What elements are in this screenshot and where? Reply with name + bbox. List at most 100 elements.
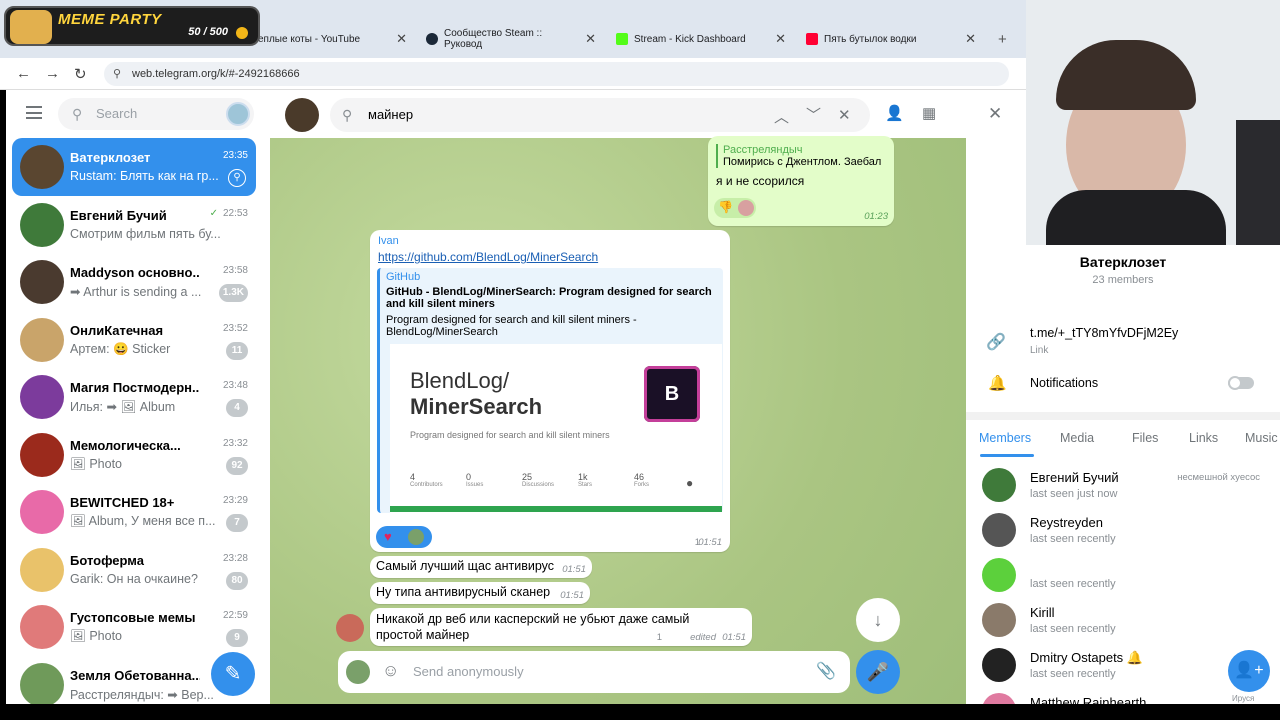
tab-youtube-video[interactable]: Пять бутылок водки ✕ (798, 24, 984, 54)
avatar[interactable] (226, 102, 250, 126)
close-icon[interactable]: ✕ (988, 104, 1002, 124)
search-placeholder: Search (96, 106, 138, 121)
reply-count[interactable]: 1 (657, 632, 662, 643)
tab-youtube[interactable]: еплые коты - YouTube ✕ (250, 24, 415, 54)
tab-steam[interactable]: Сообщество Steam :: Руковод ✕ (418, 24, 604, 54)
reaction[interactable]: ♥ (376, 526, 432, 548)
notifications-toggle[interactable] (1228, 376, 1254, 390)
message-link[interactable]: https://github.com/BlendLog/MinerSearch (378, 250, 722, 264)
stat-value: 1k (578, 472, 588, 482)
user-icon[interactable]: 👤 (885, 104, 904, 122)
pencil-icon: ✎ (224, 663, 242, 685)
message-bubble[interactable]: Ну типа антивирусный сканер 01:51 (370, 582, 590, 604)
chat-header: ⚲ майнер ︿ ﹀ ✕ 👤 ▦ (270, 90, 966, 138)
search-input[interactable]: ⚲ Search (58, 98, 254, 130)
menu-icon[interactable] (26, 106, 42, 119)
close-icon[interactable]: ✕ (838, 106, 851, 124)
address-bar: ← → ↻ ⚲ web.telegram.org/k/#-2492168666 (0, 58, 1026, 90)
avatar[interactable] (336, 614, 364, 642)
new-tab-button[interactable]: + (990, 24, 1014, 54)
add-user-icon: 👤+ (1234, 662, 1264, 679)
compose-button[interactable]: ✎ (211, 652, 255, 696)
chat-item[interactable]: Евгений Бучий 22:53 Смотрим фильм пять бу.… (12, 196, 256, 254)
message-text: Ну типа антивирусный сканер (376, 585, 551, 599)
member-name: Dmitry Ostapets 🔔 (1030, 650, 1143, 665)
webcam-feed (1026, 0, 1280, 245)
chat-avatar[interactable] (285, 98, 319, 132)
chevron-down-icon[interactable]: ﹀ (806, 104, 821, 125)
chat-preview: Garik: Он на очкаине? (70, 571, 198, 586)
message-text: я и не ссорился (716, 174, 805, 188)
chat-item[interactable]: Maddyson основно... 23:58 ➡ Arthur is send… (12, 253, 256, 311)
stat-label: Forks (634, 482, 649, 488)
calendar-icon[interactable]: ▦ (922, 104, 936, 122)
tab-title: Stream - Kick Dashboard (634, 33, 746, 45)
reply-quote[interactable]: Расстреляндыч Помирись с Джентлом. Заеба… (716, 144, 886, 168)
chat-preview: 🖼 Photo (70, 456, 123, 471)
reload-icon[interactable]: ↻ (74, 65, 87, 83)
chat-name: Мемологическа... (70, 437, 181, 453)
pin-icon: ⚲ (228, 169, 246, 187)
url-field[interactable]: ⚲ web.telegram.org/k/#-2492168666 (104, 62, 1009, 86)
message-time: 01:51 (722, 632, 746, 643)
close-icon[interactable]: ✕ (396, 31, 407, 47)
message-bubble[interactable]: Самый лучший щас антивирус 01:51 (370, 556, 592, 578)
close-icon[interactable]: ✕ (775, 31, 786, 47)
site-info-icon[interactable]: ⚲ (113, 62, 121, 86)
tab-members[interactable]: Members (979, 431, 1031, 445)
chat-item[interactable]: Ватерклозет 23:35 Rustam: Блять как на гр.… (12, 138, 256, 196)
overlay-title: MEME PARTY (58, 11, 162, 28)
invite-link[interactable]: t.me/+_tTY8mYfvDFjM2Ey (1030, 326, 1178, 340)
paperclip-icon[interactable]: 📎 (816, 661, 836, 681)
close-icon[interactable]: ✕ (965, 31, 976, 47)
message-composer[interactable]: ☺ Send anonymously 📎 (338, 651, 850, 693)
avatar (982, 648, 1016, 682)
sender-name[interactable]: Ivan (378, 235, 722, 247)
chat-item[interactable]: Магия Постмодерн... 23:48 Илья: ➡ 🖼 Album 4 (12, 368, 256, 426)
back-icon[interactable]: ← (16, 65, 31, 82)
chat-item[interactable]: Ботоферма 23:28 Garik: Он на очкаине? 80 (12, 541, 256, 599)
forward-icon[interactable]: → (45, 65, 60, 82)
add-member-button[interactable]: 👤+ (1228, 650, 1270, 692)
scroll-down-button[interactable]: ↓ (856, 598, 900, 642)
microphone-button[interactable]: 🎤 (856, 650, 900, 694)
message-search-input[interactable]: ⚲ майнер ︿ ﹀ ✕ (330, 98, 870, 132)
member-item[interactable]: Евгений Бучий last seen just now несмешной… (966, 464, 1280, 509)
member-item[interactable]: last seen recently (966, 554, 1280, 599)
avatar (982, 513, 1016, 547)
active-tab-indicator (980, 454, 1034, 457)
unread-badge: 4 (226, 399, 248, 417)
avatar (982, 558, 1016, 592)
unread-badge: 92 (226, 456, 248, 475)
message-bubble[interactable]: Никакой др веб или касперский не убьют д… (370, 608, 752, 646)
member-name: Matthew Rainhearth (1030, 695, 1147, 704)
avatar[interactable] (346, 660, 370, 684)
tab-files[interactable]: Files (1132, 431, 1158, 445)
message-bubble[interactable]: Ivan https://github.com/BlendLog/MinerSe… (370, 230, 730, 552)
reaction[interactable]: 👎 (714, 198, 756, 218)
tab-links[interactable]: Links (1189, 431, 1218, 445)
repo-logo: B (644, 366, 700, 422)
unread-badge: 80 (226, 571, 248, 590)
emoji-icon[interactable]: ☺ (382, 661, 399, 681)
tab-media[interactable]: Media (1060, 431, 1094, 445)
member-name: Reystreyden (1030, 515, 1103, 530)
avatar (408, 529, 424, 545)
message-time: 01:51 (562, 564, 586, 575)
message-bubble[interactable]: Расстреляндыч Помирись с Джентлом. Заеба… (708, 136, 894, 226)
chat-item[interactable]: Мемологическа... 23:32 🖼 Photo 92 (12, 426, 256, 484)
close-icon[interactable]: ✕ (585, 31, 596, 47)
member-status: last seen just now (1030, 488, 1118, 500)
chevron-up-icon[interactable]: ︿ (774, 106, 789, 127)
tab-kick[interactable]: Stream - Kick Dashboard ✕ (608, 24, 794, 54)
member-item[interactable]: Reystreyden last seen recently (966, 509, 1280, 554)
tab-music[interactable]: Music (1245, 431, 1278, 445)
link-preview[interactable]: GitHub GitHub - BlendLog/MinerSearch: Pr… (377, 268, 723, 514)
kick-icon (616, 33, 628, 45)
chat-item[interactable]: BEWITCHED 18+ 23:29 🖼 Album, У меня все п.… (12, 483, 256, 541)
chat-item[interactable]: ОнлиКатечная 23:52 Артем: 😀 Sticker 11 (12, 311, 256, 369)
avatar (20, 260, 64, 304)
chat-time: 22:53 (222, 207, 248, 219)
chat-item[interactable]: Густопсовые мемы 22:59 🖼 Photo 9 (12, 598, 256, 656)
member-item[interactable]: Kirill last seen recently (966, 599, 1280, 644)
